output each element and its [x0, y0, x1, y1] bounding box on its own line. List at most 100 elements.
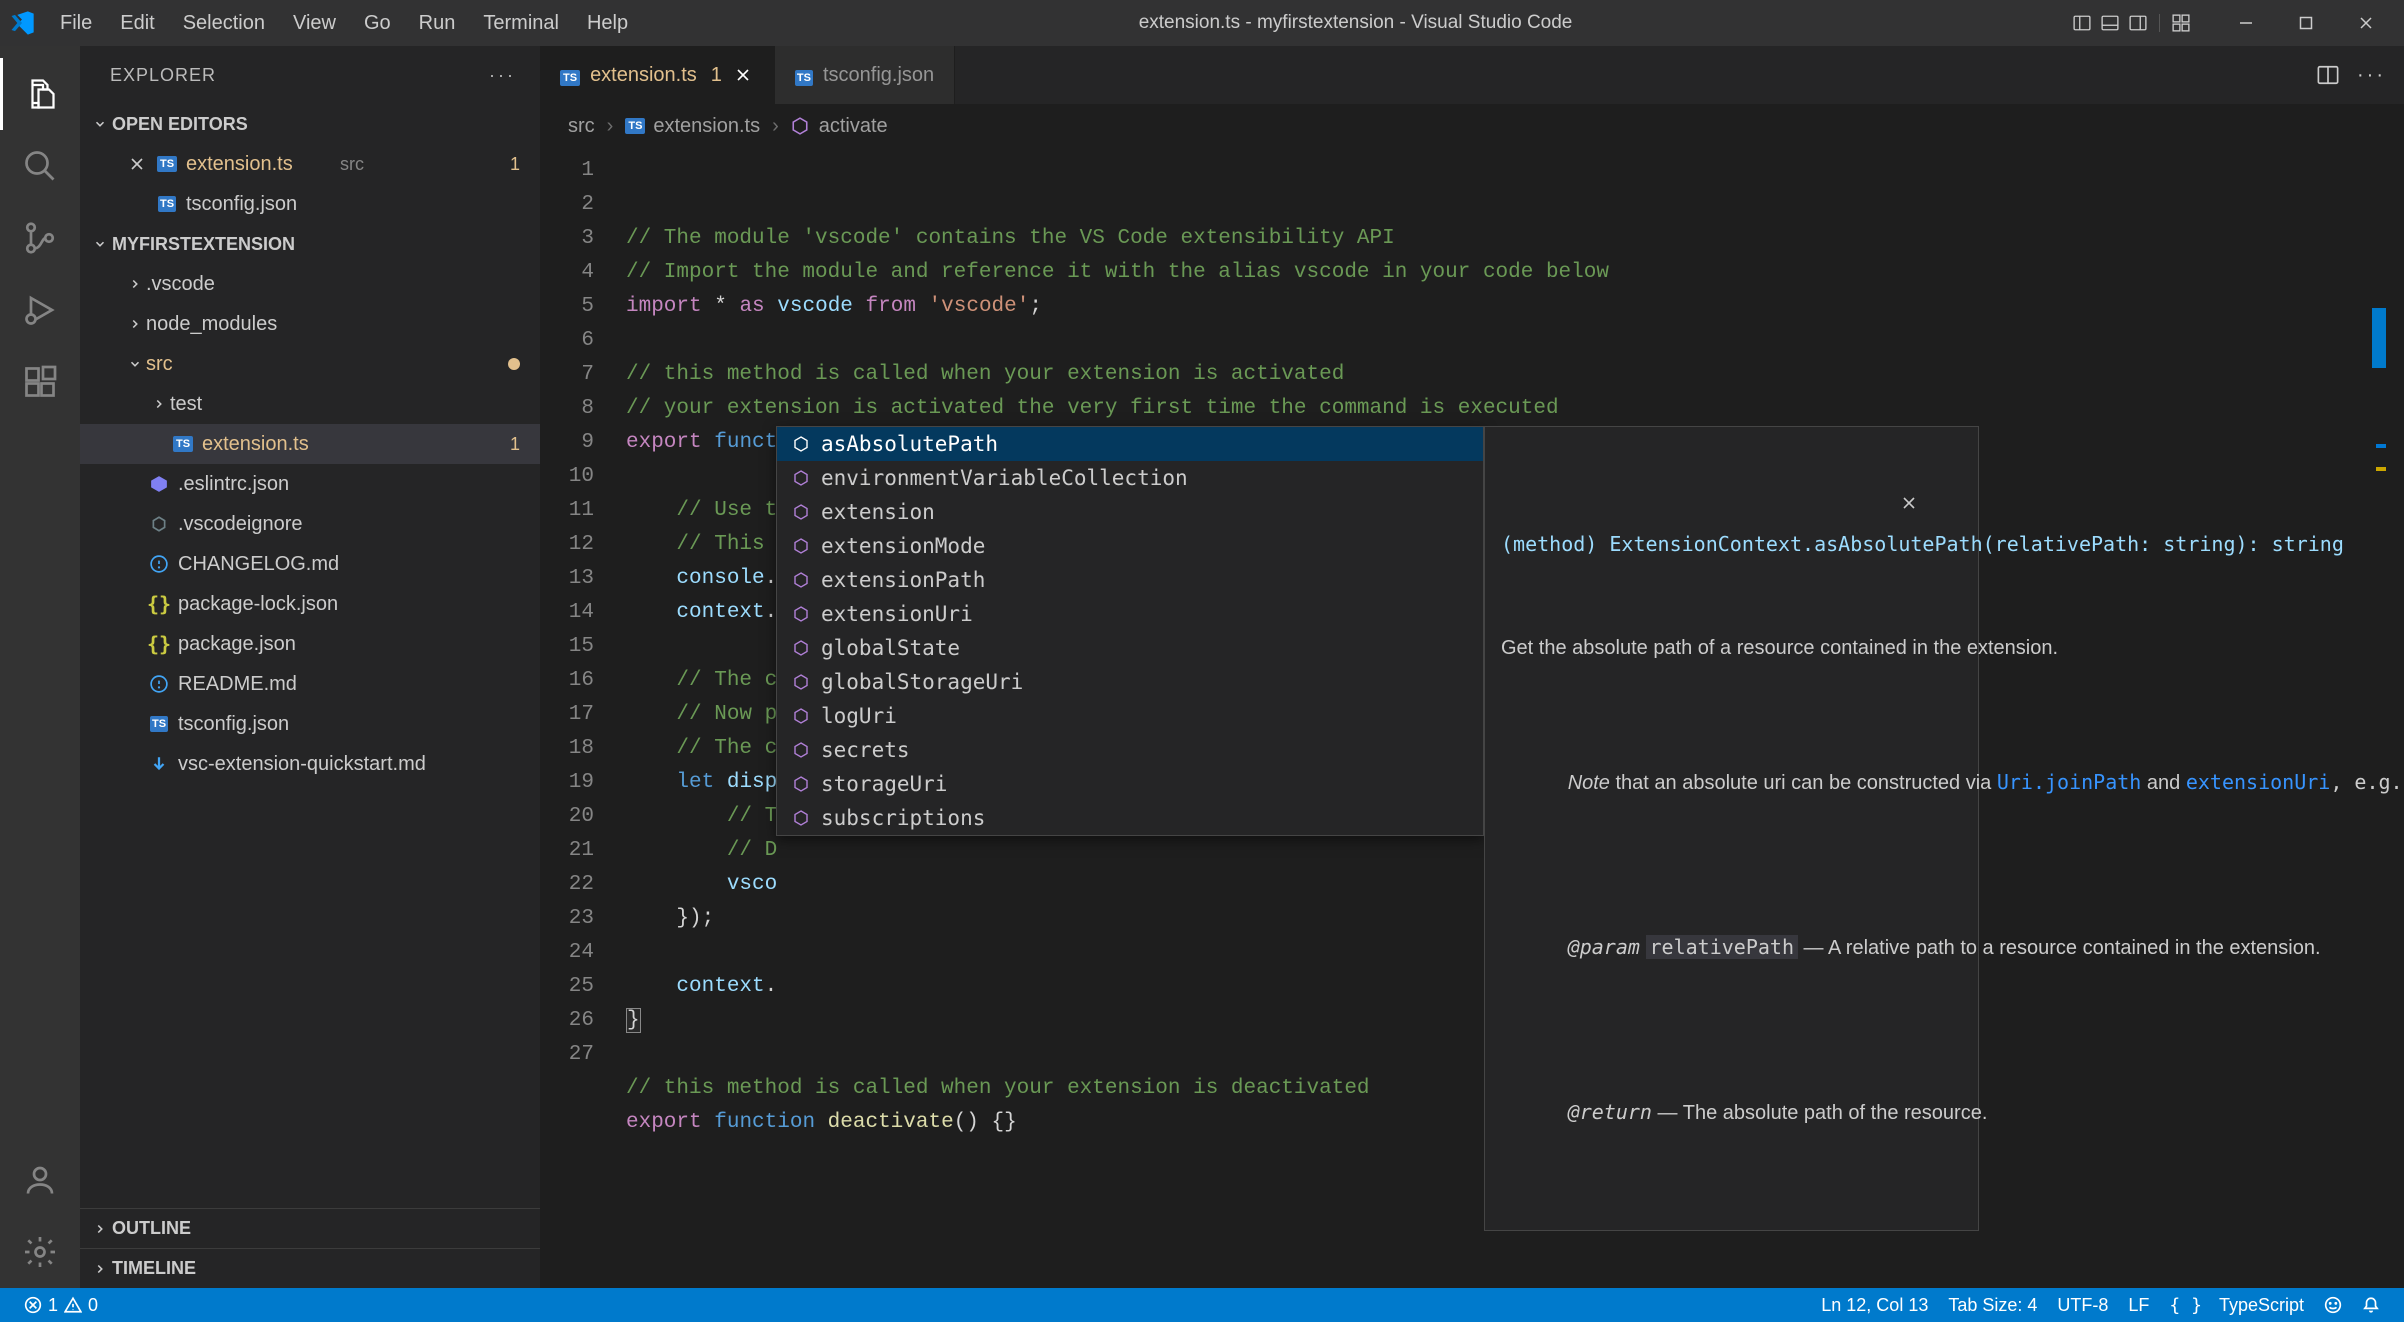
folder-item[interactable]: test: [80, 384, 540, 424]
suggest-item[interactable]: logUri: [777, 699, 1483, 733]
suggest-item[interactable]: globalState: [777, 631, 1483, 665]
code-line[interactable]: [626, 324, 2404, 358]
line-number: 11: [540, 494, 594, 528]
status-eol[interactable]: LF: [2118, 1295, 2159, 1316]
suggest-widget[interactable]: asAbsolutePath environmentVariableCollec…: [776, 426, 1484, 836]
menu-run[interactable]: Run: [407, 8, 468, 39]
status-feedback[interactable]: [2314, 1296, 2352, 1314]
more-icon[interactable]: ···: [489, 65, 516, 86]
code-editor[interactable]: 1234567891011121314151617181920212223242…: [540, 148, 2404, 1288]
extensions-activity[interactable]: [0, 346, 80, 418]
suggest-item[interactable]: secrets: [777, 733, 1483, 767]
code-line[interactable]: // The module 'vscode' contains the VS C…: [626, 222, 2404, 256]
status-tabsize[interactable]: Tab Size: 4: [1938, 1295, 2047, 1316]
item-label: extension.ts: [202, 433, 510, 456]
line-number: 12: [540, 528, 594, 562]
file-item[interactable]: {} package-lock.json: [80, 584, 540, 624]
close-icon[interactable]: [1901, 435, 1968, 571]
editor-tab[interactable]: TS extension.ts 1: [540, 46, 775, 104]
tab-label: tsconfig.json: [823, 64, 934, 87]
settings-activity[interactable]: [0, 1216, 80, 1288]
item-label: tsconfig.json: [178, 713, 540, 736]
minimize-button[interactable]: [2216, 0, 2276, 46]
file-icon: TS: [154, 156, 180, 172]
suggest-item[interactable]: globalStorageUri: [777, 665, 1483, 699]
search-activity[interactable]: [0, 130, 80, 202]
explorer-activity[interactable]: [0, 58, 80, 130]
toggle-panel-icon[interactable]: [2099, 12, 2121, 34]
status-bell[interactable]: [2352, 1296, 2390, 1314]
toggle-secondary-sidebar-icon[interactable]: [2127, 12, 2149, 34]
customize-layout-icon[interactable]: [2170, 12, 2192, 34]
editor-tab[interactable]: TS tsconfig.json: [775, 46, 955, 104]
folder-item[interactable]: node_modules: [80, 304, 540, 344]
file-item[interactable]: .eslintrc.json: [80, 464, 540, 504]
file-item[interactable]: TS extension.ts 1: [80, 424, 540, 464]
code-line[interactable]: // Import the module and reference it wi…: [626, 256, 2404, 290]
code-line[interactable]: // this method is called when your exten…: [626, 358, 2404, 392]
suggest-item[interactable]: subscriptions: [777, 801, 1483, 835]
file-item[interactable]: .vscodeignore: [80, 504, 540, 544]
breadcrumb[interactable]: src›TSextension.ts›activate: [540, 104, 2404, 148]
accounts-activity[interactable]: [0, 1144, 80, 1216]
split-editor-icon[interactable]: [2317, 64, 2339, 86]
file-item[interactable]: vsc-extension-quickstart.md: [80, 744, 540, 784]
suggest-item[interactable]: storageUri: [777, 767, 1483, 801]
menu-edit[interactable]: Edit: [108, 8, 166, 39]
project-label: MYFIRSTEXTENSION: [112, 234, 295, 255]
timeline-header[interactable]: TIMELINE: [80, 1248, 540, 1288]
method-icon: [791, 740, 811, 760]
close-icon[interactable]: [732, 64, 754, 86]
file-item[interactable]: {} package.json: [80, 624, 540, 664]
method-icon: [791, 638, 811, 658]
suggest-item[interactable]: environmentVariableCollection: [777, 461, 1483, 495]
item-label: src: [146, 353, 508, 376]
file-icon: TS: [795, 64, 813, 87]
status-language[interactable]: { } TypeScript: [2159, 1295, 2314, 1316]
menu-terminal[interactable]: Terminal: [471, 8, 571, 39]
status-encoding[interactable]: UTF-8: [2047, 1295, 2118, 1316]
suggest-item[interactable]: extensionPath: [777, 563, 1483, 597]
suggest-item[interactable]: asAbsolutePath: [777, 427, 1483, 461]
breadcrumb-icon: [791, 117, 813, 135]
menu-help[interactable]: Help: [575, 8, 640, 39]
open-editors-header[interactable]: OPEN EDITORS: [80, 104, 540, 144]
code-line[interactable]: import * as vscode from 'vscode';: [626, 290, 2404, 324]
project-header[interactable]: MYFIRSTEXTENSION: [80, 224, 540, 264]
error-count: 1: [48, 1295, 58, 1316]
toggle-primary-sidebar-icon[interactable]: [2071, 12, 2093, 34]
modified-badge: 1: [510, 154, 520, 175]
suggest-item[interactable]: extensionUri: [777, 597, 1483, 631]
file-item[interactable]: TS tsconfig.json: [80, 704, 540, 744]
open-editor-item[interactable]: TS tsconfig.json: [80, 184, 540, 224]
menu-go[interactable]: Go: [352, 8, 403, 39]
breadcrumb-item[interactable]: TSextension.ts: [625, 115, 760, 138]
source-control-activity[interactable]: [0, 202, 80, 274]
run-debug-activity[interactable]: [0, 274, 80, 346]
line-number: 5: [540, 290, 594, 324]
close-button[interactable]: [2336, 0, 2396, 46]
menu-view[interactable]: View: [281, 8, 348, 39]
folder-item[interactable]: src: [80, 344, 540, 384]
suggest-label: globalState: [821, 631, 960, 665]
file-item[interactable]: CHANGELOG.md: [80, 544, 540, 584]
outline-header[interactable]: OUTLINE: [80, 1208, 540, 1248]
overview-ruler[interactable]: [2376, 148, 2386, 1288]
suggest-item[interactable]: extensionMode: [777, 529, 1483, 563]
menu-file[interactable]: File: [48, 8, 104, 39]
menu-selection[interactable]: Selection: [171, 8, 277, 39]
breadcrumb-item[interactable]: src: [568, 115, 595, 138]
file-item[interactable]: README.md: [80, 664, 540, 704]
code-line[interactable]: // your extension is activated the very …: [626, 392, 2404, 426]
close-icon[interactable]: [124, 156, 150, 172]
open-editor-item[interactable]: TS extension.ts src 1: [80, 144, 540, 184]
breadcrumb-separator-icon: ›: [607, 115, 614, 138]
suggest-item[interactable]: extension: [777, 495, 1483, 529]
folder-item[interactable]: .vscode: [80, 264, 540, 304]
status-errors[interactable]: 1 0: [14, 1295, 108, 1316]
maximize-button[interactable]: [2276, 0, 2336, 46]
breadcrumb-item[interactable]: activate: [791, 115, 888, 138]
more-actions-icon[interactable]: ···: [2357, 64, 2386, 87]
status-position[interactable]: Ln 12, Col 13: [1811, 1295, 1938, 1316]
code-content[interactable]: // The module 'vscode' contains the VS C…: [626, 148, 2404, 1288]
